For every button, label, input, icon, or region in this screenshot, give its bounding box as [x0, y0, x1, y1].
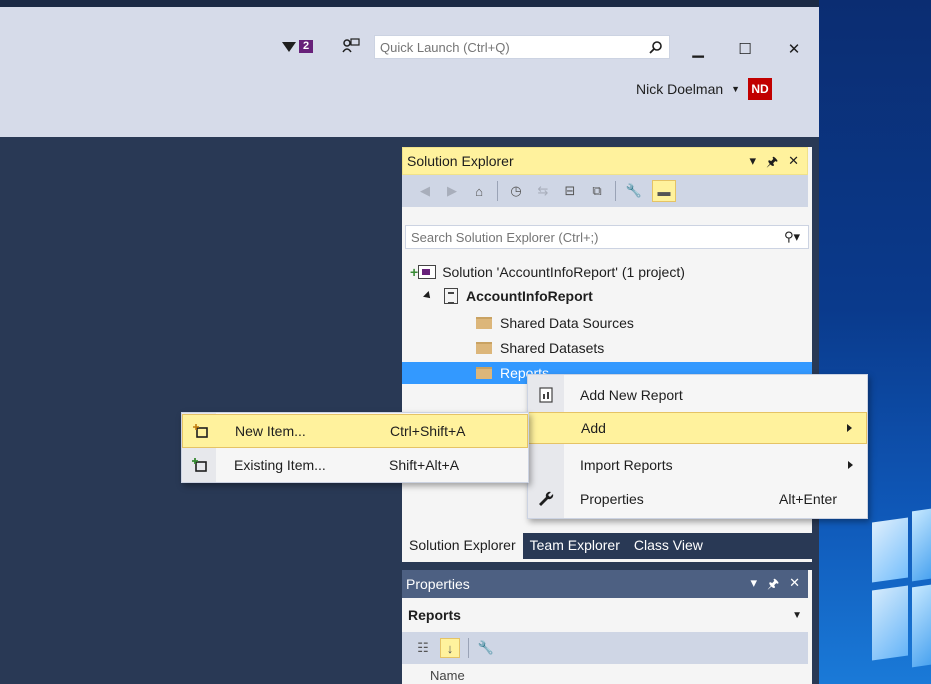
windows-logo-pane: [872, 517, 908, 583]
properties-header: Properties ▾ 🖈 ✕: [402, 570, 808, 598]
solution-explorer-search[interactable]: ⚲▾: [405, 225, 809, 249]
avatar: ND: [748, 78, 773, 100]
properties-panel: Properties ▾ 🖈 ✕ Reports ▼ ☷ ↓ 🔧 Name: [402, 570, 812, 684]
menu-item-label: Import Reports: [580, 457, 673, 473]
panel-title: Solution Explorer: [407, 153, 514, 169]
quick-launch-input[interactable]: [375, 38, 635, 56]
show-all-files-icon[interactable]: ⧉: [588, 182, 606, 200]
dropdown-icon[interactable]: ▾: [751, 575, 758, 597]
chevron-down-icon: ▼: [731, 84, 741, 94]
properties-toolbar: ☷ ↓ 🔧: [402, 632, 808, 664]
windows-logo-pane: [872, 585, 908, 661]
add-indicator-icon: +: [410, 264, 419, 280]
property-name: Name: [430, 668, 465, 683]
search-icon: [649, 41, 662, 54]
wrench-icon[interactable]: 🔧: [625, 182, 643, 200]
sync-icon[interactable]: ⇆: [534, 182, 552, 200]
selected-object-name: Reports: [408, 607, 461, 623]
alphabetical-icon[interactable]: ↓: [440, 638, 460, 658]
maximize-button[interactable]: ☐: [730, 37, 760, 61]
tree-node-project[interactable]: AccountInfoReport: [423, 285, 593, 307]
tab-team-explorer[interactable]: Team Explorer: [523, 533, 627, 559]
menu-item-label: New Item...: [235, 423, 306, 439]
existing-item-icon: [192, 458, 207, 472]
notification-count-badge: 2: [299, 40, 314, 53]
solution-explorer-header: Solution Explorer ▾ 🖈 ✕: [402, 147, 808, 175]
menu-item-existing-item[interactable]: Existing Item... Shift+Alt+A: [182, 448, 528, 482]
dropdown-icon[interactable]: ▾: [750, 153, 757, 175]
tree-node-solution[interactable]: + Solution 'AccountInfoReport' (1 projec…: [410, 261, 685, 283]
toolbar-separator: [468, 638, 469, 658]
menu-item-label: Properties: [580, 491, 644, 507]
tab-class-view[interactable]: Class View: [627, 533, 710, 559]
solution-icon: [418, 265, 437, 279]
menu-item-properties[interactable]: Properties Alt+Enter: [528, 483, 867, 515]
categorized-icon[interactable]: ☷: [414, 639, 432, 657]
folder-icon: [476, 342, 492, 354]
search-input[interactable]: [406, 228, 766, 246]
user-account[interactable]: Nick Doelman ▼ ND: [636, 78, 773, 100]
preview-selected-icon[interactable]: ▬: [652, 180, 676, 202]
pin-icon[interactable]: 🖈: [767, 575, 779, 597]
menu-item-label: Add: [581, 420, 606, 436]
report-icon: [539, 387, 553, 403]
tree-node-label: Solution 'AccountInfoReport' (1 project): [442, 264, 685, 280]
close-button[interactable]: ✕: [779, 37, 809, 61]
new-item-icon: [193, 424, 208, 438]
tree-node-folder[interactable]: Shared Datasets: [476, 337, 604, 359]
forward-icon[interactable]: ▶: [443, 182, 461, 200]
collapse-all-icon[interactable]: ⊟: [561, 182, 579, 200]
project-icon: [444, 288, 458, 304]
notifications[interactable]: 2: [282, 40, 314, 53]
pin-icon[interactable]: 🖈: [766, 153, 778, 175]
expand-arrow-icon[interactable]: [423, 291, 433, 301]
title-bar: 2 ▁ ☐ ✕ Nick Doelman ▼ ND: [0, 7, 819, 137]
menu-item-shortcut: Alt+Enter: [779, 491, 837, 507]
window-top-band: [0, 0, 819, 7]
menu-item-add[interactable]: Add: [528, 412, 867, 444]
chevron-down-icon: ▼: [792, 609, 802, 621]
feedback-icon[interactable]: [342, 38, 360, 54]
back-icon[interactable]: ◀: [416, 182, 434, 200]
context-menu: Add New Report Add Import Reports Proper…: [527, 374, 868, 519]
add-submenu: New Item... Ctrl+Shift+A Existing Item..…: [181, 412, 529, 483]
solution-explorer-toolbar: ◀ ▶ ⌂ ◷ ⇆ ⊟ ⧉ 🔧 ▬: [402, 175, 808, 207]
submenu-arrow-icon: [847, 424, 852, 432]
home-icon[interactable]: ⌂: [470, 182, 488, 200]
menu-item-label: Add New Report: [580, 387, 683, 403]
minimize-button[interactable]: ▁: [683, 37, 713, 61]
menu-item-add-new-report[interactable]: Add New Report: [528, 379, 867, 411]
tree-node-label: AccountInfoReport: [466, 288, 593, 304]
tree-node-label: Shared Datasets: [500, 340, 605, 356]
panel-title: Properties: [406, 576, 470, 592]
close-icon[interactable]: ✕: [789, 575, 800, 597]
tab-solution-explorer[interactable]: Solution Explorer: [402, 533, 523, 559]
tree-node-folder[interactable]: Shared Data Sources: [476, 312, 634, 334]
close-icon[interactable]: ✕: [788, 153, 799, 175]
menu-item-shortcut: Shift+Alt+A: [389, 457, 460, 473]
submenu-arrow-icon: [848, 461, 853, 469]
toolbar-separator: [497, 181, 498, 201]
menu-item-shortcut: Ctrl+Shift+A: [390, 423, 466, 439]
properties-object-selector[interactable]: Reports ▼: [402, 602, 808, 628]
property-row[interactable]: Name: [402, 668, 808, 684]
tree-node-label: Shared Data Sources: [500, 315, 634, 331]
folder-icon: [476, 367, 492, 379]
quick-launch-box[interactable]: [374, 35, 670, 59]
pending-changes-icon[interactable]: ◷: [507, 182, 525, 200]
visual-studio-window: 2 ▁ ☐ ✕ Nick Doelman ▼ ND Solution Explo…: [0, 0, 819, 684]
wrench-icon[interactable]: 🔧: [477, 639, 495, 657]
search-icon: ⚲▾: [783, 229, 800, 244]
windows-logo-pane: [912, 508, 931, 582]
notification-flag-icon: [282, 41, 296, 52]
panel-tab-strip: Solution Explorer Team Explorer Class Vi…: [402, 533, 812, 559]
menu-item-new-item[interactable]: New Item... Ctrl+Shift+A: [182, 414, 528, 448]
toolbar-separator: [615, 181, 616, 201]
user-name: Nick Doelman: [636, 81, 724, 97]
windows-logo-pane: [912, 584, 931, 668]
folder-icon: [476, 317, 492, 329]
menu-item-import-reports[interactable]: Import Reports: [528, 449, 867, 481]
menu-item-label: Existing Item...: [234, 457, 326, 473]
wrench-icon: [539, 491, 554, 506]
